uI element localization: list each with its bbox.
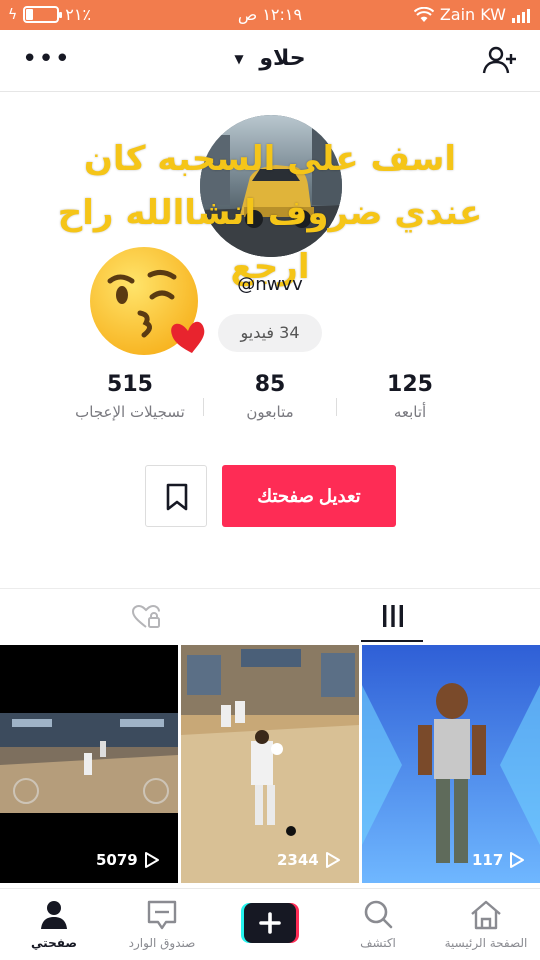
profile-header: ••• حلاو ▼ xyxy=(0,30,540,92)
views-number: 117 xyxy=(472,851,504,869)
followers-label: متابعون xyxy=(246,403,294,421)
nav-label: اكتشف xyxy=(360,936,396,950)
profile-screen: ϟ ٢١٪ ١٢:١٩ ص Zain KW ••• حلاو ▼ اسف على… xyxy=(0,0,540,960)
carrier-name: Zain KW xyxy=(439,5,506,24)
kissing-face-heart-emoji xyxy=(90,247,205,355)
nav-label: صفحتي xyxy=(31,936,77,950)
followers-count: 85 xyxy=(254,372,286,397)
views-count: 2344 xyxy=(277,851,341,869)
views-number: 2344 xyxy=(277,851,319,869)
likes-label: تسجيلات الإعجاب xyxy=(75,403,185,421)
views-number: 5079 xyxy=(96,851,138,869)
followers-stat[interactable]: 85 متابعون xyxy=(200,372,340,421)
account-switcher[interactable]: حلاو ▼ xyxy=(0,46,540,71)
inbox-icon xyxy=(147,900,177,930)
tab-videos[interactable] xyxy=(270,590,540,642)
nav-profile[interactable]: صفحتي xyxy=(0,889,108,960)
caret-down-icon: ▼ xyxy=(234,52,244,66)
grid-icon xyxy=(383,605,403,627)
following-stat[interactable]: 125 أتابعه xyxy=(340,372,480,421)
network-group: Zain KW xyxy=(413,5,530,24)
video-thumbnail[interactable]: 2344 xyxy=(181,645,359,883)
bookmark-button[interactable] xyxy=(145,465,207,527)
nav-discover[interactable]: اكتشف xyxy=(324,889,432,960)
content-tabs xyxy=(0,590,540,642)
video-thumbnail-image xyxy=(181,645,359,883)
play-icon xyxy=(510,852,525,868)
video-thumbnail-image xyxy=(362,645,540,883)
heart-lock-icon xyxy=(131,604,160,628)
home-icon xyxy=(471,900,501,930)
active-tab-indicator xyxy=(361,640,423,642)
add-user-icon[interactable] xyxy=(482,44,518,76)
video-thumbnail-image xyxy=(0,713,178,813)
search-icon xyxy=(364,900,393,929)
following-label: أتابعه xyxy=(393,403,427,421)
bottom-nav: صفحتي صندوق الوارد اكتشف الصفحة الرئيسية xyxy=(0,888,540,960)
wifi-icon xyxy=(413,6,434,22)
status-bar: ϟ ٢١٪ ١٢:١٩ ص Zain KW xyxy=(0,0,540,30)
plus-icon[interactable] xyxy=(241,903,299,943)
profile-icon xyxy=(41,901,67,929)
nav-inbox[interactable]: صندوق الوارد xyxy=(108,889,216,960)
username: @nwvv xyxy=(237,274,303,295)
tab-liked-private[interactable] xyxy=(0,590,270,642)
edit-profile-button[interactable]: تعديل صفحتك xyxy=(222,465,396,527)
video-thumbnail[interactable]: 5079 xyxy=(0,645,178,883)
play-icon xyxy=(144,852,159,868)
divider xyxy=(0,588,540,589)
videos-count-pill[interactable]: 34 فيديو xyxy=(218,314,322,352)
views-count: 5079 xyxy=(96,851,160,869)
likes-count: 515 xyxy=(107,372,153,397)
following-count: 125 xyxy=(387,372,433,397)
play-icon xyxy=(325,852,340,868)
views-count: 117 xyxy=(472,851,525,869)
video-thumbnail[interactable]: 117 xyxy=(362,645,540,883)
likes-stat[interactable]: 515 تسجيلات الإعجاب xyxy=(60,372,200,421)
account-name: حلاو xyxy=(259,46,306,71)
nav-label: الصفحة الرئيسية xyxy=(444,936,528,950)
stats-row: 515 تسجيلات الإعجاب 85 متابعون 125 أتابع… xyxy=(60,372,480,442)
stat-divider xyxy=(336,398,337,416)
video-grid: 5079 2344 117 xyxy=(0,645,540,885)
bookmark-icon xyxy=(166,483,188,511)
nav-home[interactable]: الصفحة الرئيسية xyxy=(432,889,540,960)
nav-label: صندوق الوارد xyxy=(128,936,196,950)
signal-icon xyxy=(512,7,530,23)
